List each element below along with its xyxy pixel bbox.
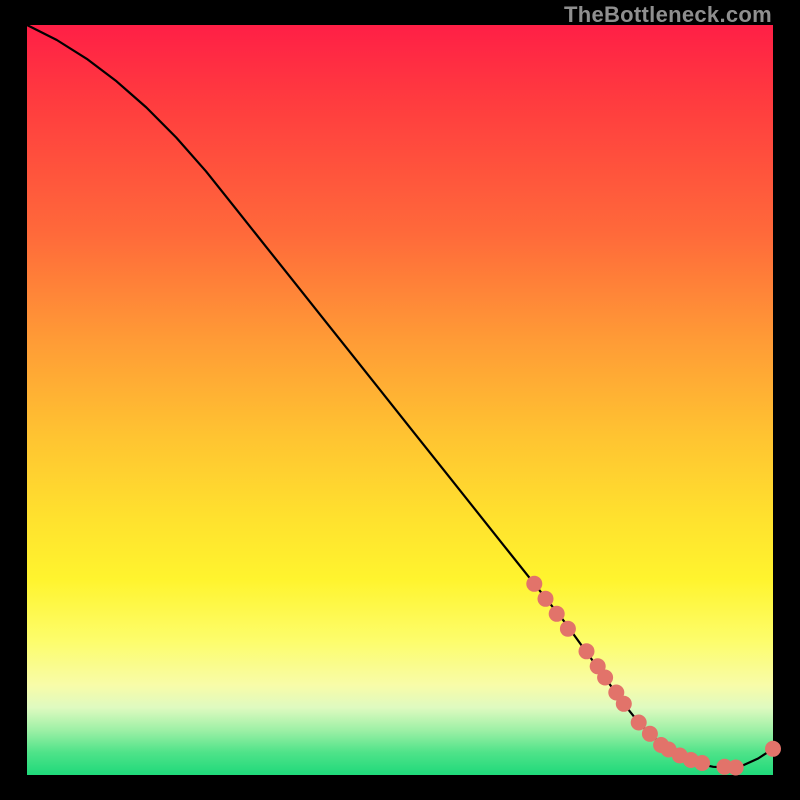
curve-marker [526, 576, 542, 592]
curve-marker [538, 591, 554, 607]
curve-marker [765, 741, 781, 757]
curve-markers [526, 576, 781, 776]
curve-marker [560, 621, 576, 637]
curve-marker [728, 760, 744, 776]
curve-marker [597, 670, 613, 686]
curve-marker [579, 643, 595, 659]
chart-frame: TheBottleneck.com [0, 0, 800, 800]
curve-marker [694, 755, 710, 771]
chart-overlay [27, 25, 773, 775]
bottleneck-curve [27, 25, 773, 768]
curve-marker [616, 696, 632, 712]
curve-marker [549, 606, 565, 622]
